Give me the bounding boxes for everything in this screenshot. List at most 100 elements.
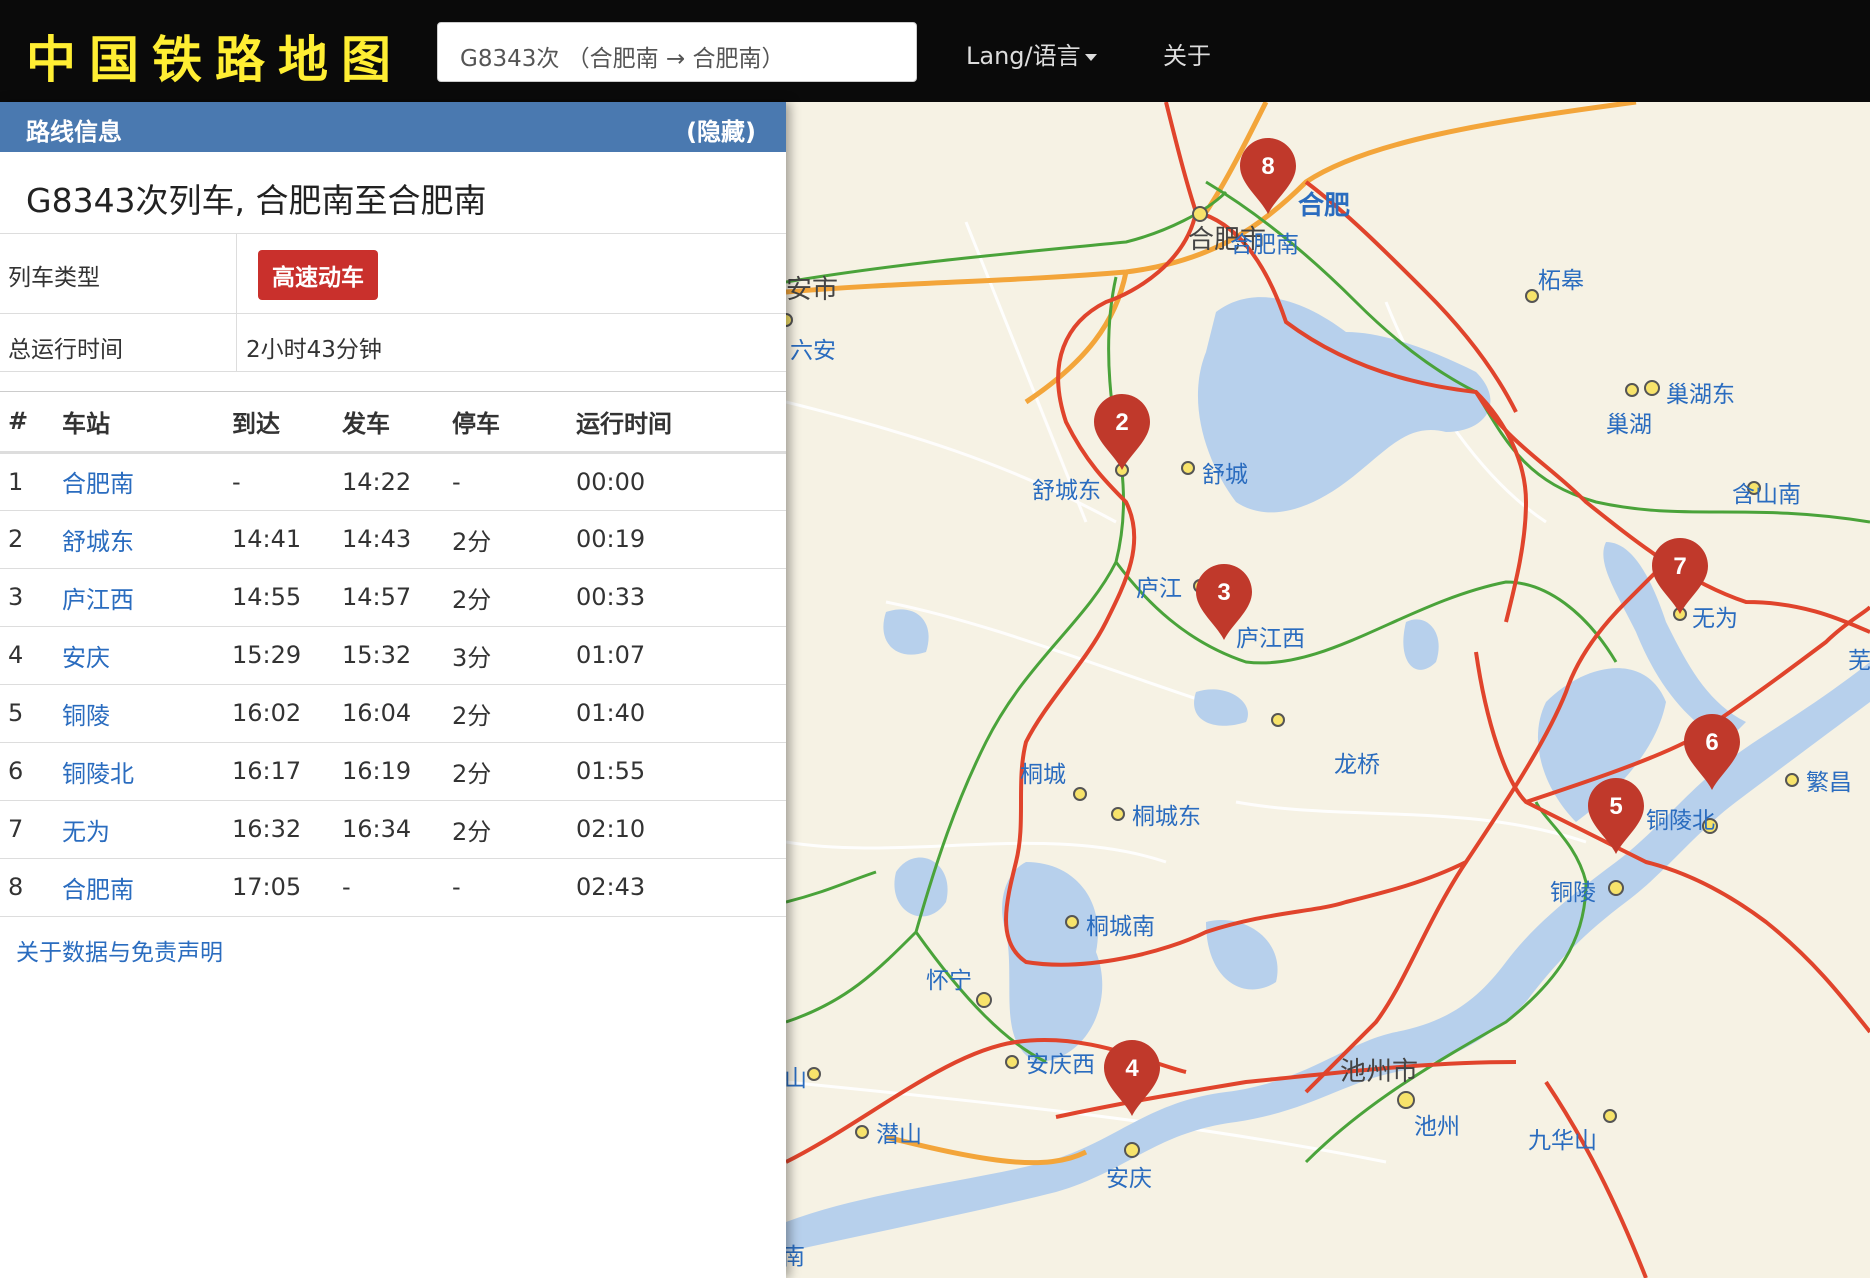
station-link[interactable]: 庐江西 (62, 586, 134, 614)
col-header: 运行时间 (576, 392, 786, 454)
station-label: 桐城东 (1132, 804, 1201, 830)
stop-number: 2 (0, 510, 62, 569)
elapsed-time: 00:33 (576, 568, 786, 627)
table-header-row: # 车站 到达 发车 停车 运行时间 (0, 392, 786, 454)
stop-duration: 3分 (452, 626, 576, 685)
stop-duration: - (452, 452, 576, 511)
station-label: 繁昌 (1806, 770, 1852, 796)
panel-title: 路线信息 (26, 118, 122, 146)
station-label: 九华山 (1528, 1128, 1597, 1154)
station-label: 柘皋 (1538, 268, 1584, 294)
station-link[interactable]: 舒城东 (62, 528, 134, 556)
stop-duration: 2分 (452, 510, 576, 569)
arrive-time: 14:55 (232, 568, 342, 627)
train-search-input[interactable]: G8343次 （合肥南 → 合肥南） (437, 22, 917, 82)
depart-time: 14:43 (342, 510, 452, 569)
divider (236, 314, 237, 371)
col-header: 停车 (452, 392, 576, 454)
station-label: 潜山 (876, 1122, 922, 1148)
total-time-row: 总运行时间 2小时43分钟 (0, 314, 786, 372)
stop-duration: 2分 (452, 684, 576, 743)
arrive-time: 16:32 (232, 800, 342, 859)
city-label: 合肥 (1298, 190, 1350, 221)
depart-time: 15:32 (342, 626, 452, 685)
stops-table: # 车站 到达 发车 停车 运行时间 1 合肥南 - 14:22 - 00:00… (0, 392, 786, 917)
station-label: 庐江 (1136, 576, 1182, 602)
total-time-label: 总运行时间 (8, 337, 123, 363)
table-row: 7 无为 16:32 16:34 2分 02:10 (0, 800, 786, 859)
train-type-label: 列车类型 (8, 265, 100, 291)
total-time-value: 2小时43分钟 (246, 337, 382, 363)
depart-time: - (342, 858, 452, 917)
stop-duration: 2分 (452, 568, 576, 627)
table-row: 3 庐江西 14:55 14:57 2分 00:33 (0, 568, 786, 627)
lake (1194, 689, 1248, 726)
station-label: 桐城南 (1086, 914, 1155, 940)
language-dropdown[interactable]: Lang/语言 (966, 36, 1097, 71)
map-canvas[interactable]: 8 2 3 7 6 5 4 合肥市 安市 池州市 合肥 六安 芜 山 南 合肥南… (786, 102, 1870, 1278)
caret-down-icon (1084, 53, 1097, 61)
station-label: 合肥南 (1230, 232, 1299, 258)
table-row: 8 合肥南 17:05 - - 02:43 (0, 858, 786, 917)
station-link[interactable]: 合肥南 (62, 470, 134, 498)
stop-marker-2[interactable]: 2 (1094, 394, 1150, 470)
station-label: 含山南 (1732, 482, 1801, 508)
top-navbar: 中国铁路地图 G8343次 （合肥南 → 合肥南） Lang/语言 关于 (0, 0, 1870, 102)
station-label: 铜陵北 (1646, 808, 1715, 834)
elapsed-time: 01:40 (576, 684, 786, 743)
table-row: 2 舒城东 14:41 14:43 2分 00:19 (0, 510, 786, 569)
about-link[interactable]: 关于 (1163, 36, 1211, 71)
elapsed-time: 00:19 (576, 510, 786, 569)
marker-number: 6 (1705, 729, 1718, 756)
stop-number: 7 (0, 800, 62, 859)
station-label: 怀宁 (926, 968, 972, 994)
stop-marker-5[interactable]: 5 (1588, 778, 1644, 854)
station-label: 安庆西 (1026, 1052, 1095, 1078)
panel-header: 路线信息 (隐藏) (0, 102, 786, 152)
station-link[interactable]: 合肥南 (62, 876, 134, 904)
stop-number: 8 (0, 858, 62, 917)
marker-number: 8 (1261, 153, 1274, 180)
station-label: 舒城东 (1032, 478, 1101, 504)
high-speed-rail-lines (786, 102, 1870, 1278)
station-label: 舒城 (1202, 462, 1248, 488)
lake (883, 609, 929, 655)
station-link[interactable]: 铜陵 (62, 702, 110, 730)
stop-number: 1 (0, 452, 62, 511)
station-label: 巢湖东 (1666, 382, 1735, 408)
arrive-time: 15:29 (232, 626, 342, 685)
spacer (0, 372, 786, 392)
train-type-badge: 高速动车 (258, 250, 378, 300)
depart-time: 16:19 (342, 742, 452, 801)
site-brand[interactable]: 中国铁路地图 (26, 20, 404, 92)
marker-number: 4 (1125, 1055, 1139, 1082)
elapsed-time: 02:43 (576, 858, 786, 917)
depart-time: 14:22 (342, 452, 452, 511)
language-label: Lang/语言 (966, 42, 1081, 70)
city-label: 池州市 (1340, 1057, 1418, 1087)
marker-number: 5 (1609, 793, 1622, 820)
station-link[interactable]: 安庆 (62, 644, 110, 672)
city-label: 芜 (1848, 648, 1870, 674)
table-row: 4 安庆 15:29 15:32 3分 01:07 (0, 626, 786, 685)
station-label: 池州 (1414, 1114, 1460, 1140)
stop-marker-7[interactable]: 7 (1652, 538, 1708, 614)
stop-number: 3 (0, 568, 62, 627)
col-header: 到达 (232, 392, 342, 454)
stop-duration: - (452, 858, 576, 917)
depart-time: 16:04 (342, 684, 452, 743)
station-link[interactable]: 铜陵北 (62, 760, 134, 788)
arrive-time: 14:41 (232, 510, 342, 569)
marker-number: 7 (1673, 553, 1686, 580)
arrive-time: 16:17 (232, 742, 342, 801)
station-label: 巢湖 (1606, 412, 1652, 438)
hide-panel-button[interactable]: (隐藏) (686, 112, 756, 147)
route-title: G8343次列车, 合肥南至合肥南 (0, 152, 786, 234)
disclaimer-link[interactable]: 关于数据与免责声明 (0, 917, 786, 983)
depart-time: 16:34 (342, 800, 452, 859)
station-link[interactable]: 无为 (62, 818, 110, 846)
table-row: 1 合肥南 - 14:22 - 00:00 (0, 452, 786, 511)
railway-map[interactable]: 8 2 3 7 6 5 4 合肥市 安市 池州市 合肥 六安 芜 山 南 合肥南… (786, 102, 1870, 1278)
elapsed-time: 01:07 (576, 626, 786, 685)
route-info-panel: 路线信息 (隐藏) G8343次列车, 合肥南至合肥南 列车类型 高速动车 总运… (0, 102, 786, 1278)
